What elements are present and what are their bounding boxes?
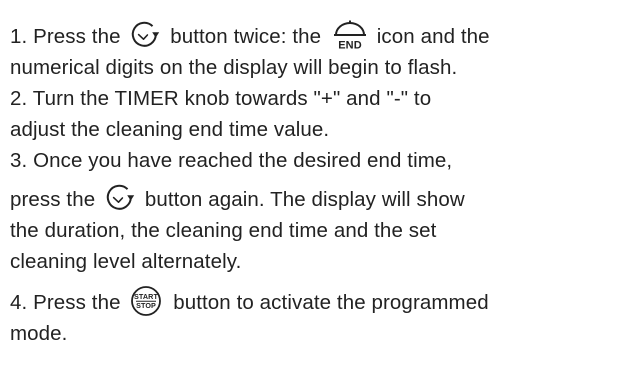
- step-1-line-1: 1. Press the button twice: the END icon …: [10, 20, 627, 52]
- step-4-line-2: mode.: [10, 322, 68, 345]
- start-label: START: [134, 292, 158, 301]
- step-3-line-1: 3. Once you have reached the desired end…: [10, 145, 627, 176]
- step-1-text-a: Press the: [27, 25, 121, 48]
- step-1-text-c: icon and the: [376, 25, 490, 48]
- step-4-text-b: button to activate the programmed: [173, 291, 489, 314]
- step-1-text-b: button twice: the: [170, 25, 322, 48]
- step-3-line-4: cleaning level alternately.: [10, 250, 242, 273]
- instructions-document: 1. Press the button twice: the END icon …: [0, 0, 627, 367]
- step-4-number: 4.: [10, 291, 28, 314]
- step-2-line-1: 2. Turn the TIMER knob towards "+" and "…: [10, 83, 627, 114]
- timer-button-icon: [130, 21, 160, 50]
- step-3-line-3: the duration, the cleaning end time and …: [10, 219, 437, 242]
- stop-label: STOP: [136, 301, 156, 310]
- step-3-text-c: button again. The display will show: [144, 188, 465, 211]
- end-cooking-icon: END: [333, 20, 367, 51]
- step-4-text-a: Press the: [27, 291, 121, 314]
- step-1-line-2: numerical digits on the display will beg…: [10, 56, 458, 79]
- step-4-line-1: 4. Press the START STOP button to activa…: [10, 285, 627, 318]
- timer-button-icon: [105, 184, 135, 213]
- step-2-line-2: adjust the cleaning end time value.: [10, 118, 330, 141]
- step-1-number: 1.: [10, 25, 28, 48]
- step-3-text-a: Once you have reached the desired end ti…: [27, 149, 453, 172]
- step-3-number: 3.: [10, 149, 28, 172]
- start-stop-button-icon: START STOP: [130, 285, 162, 317]
- step-2-number: 2.: [10, 87, 28, 110]
- step-3-line-2: press the button again. The display will…: [10, 184, 627, 215]
- step-3-text-b: press the: [10, 188, 96, 211]
- step-2-text-a: Turn the TIMER knob towards "+" and "-" …: [27, 87, 432, 110]
- end-icon-label: END: [338, 39, 362, 51]
